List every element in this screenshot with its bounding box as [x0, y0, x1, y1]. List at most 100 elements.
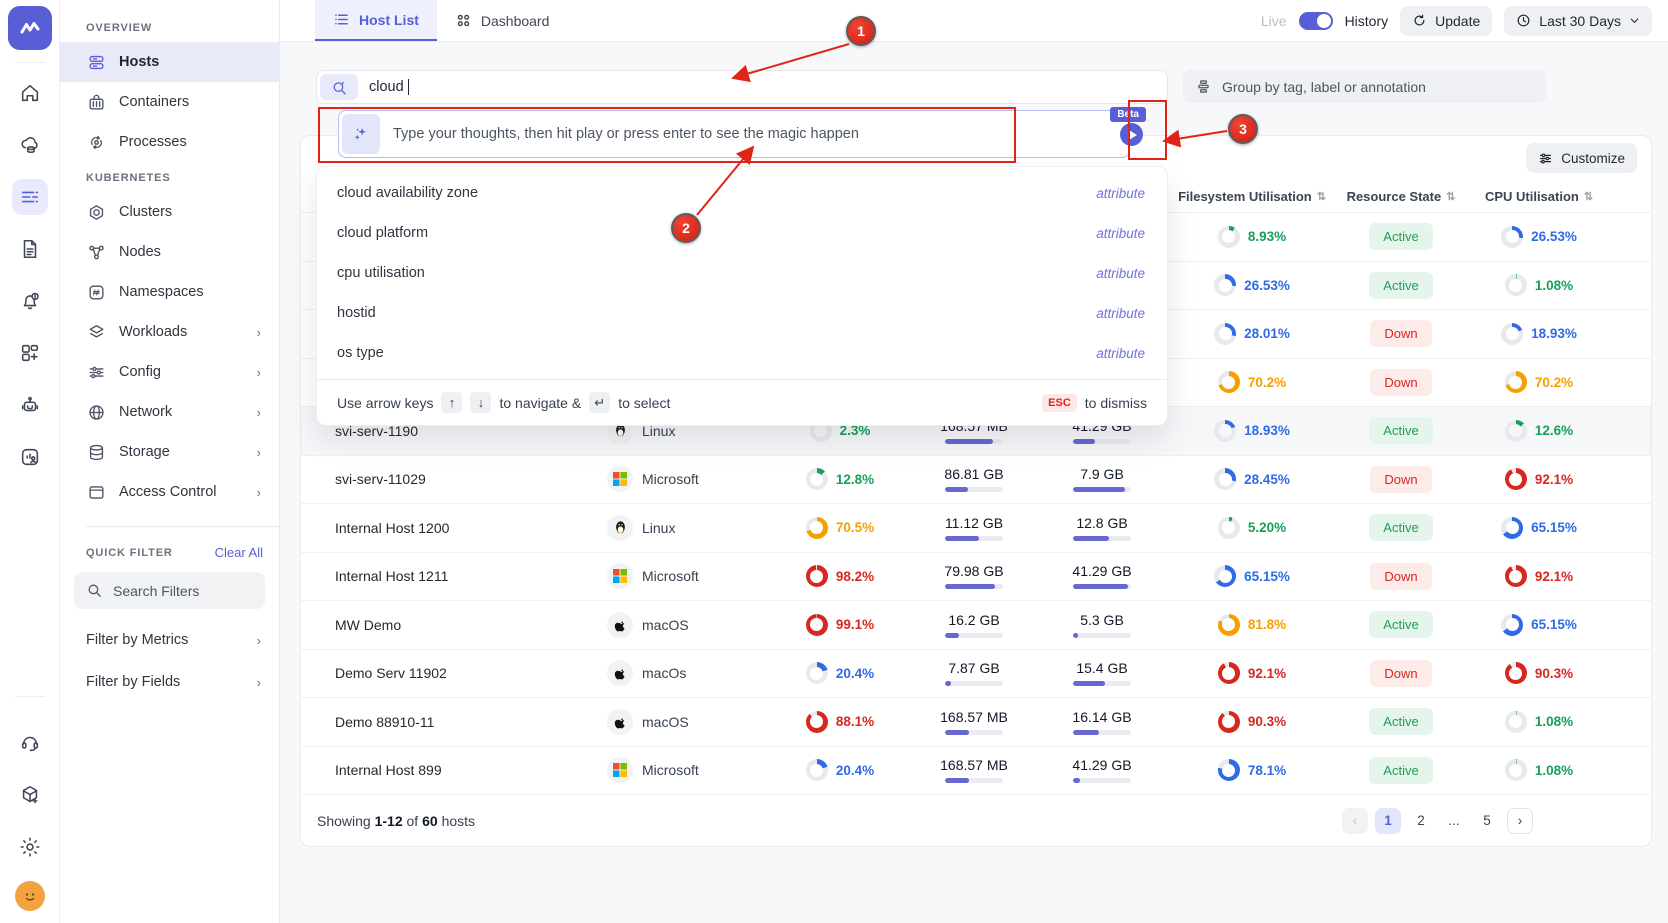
next-page-button[interactable]: ›: [1507, 808, 1533, 834]
status-badge: Down: [1370, 563, 1431, 590]
tab-host-list[interactable]: Host List: [315, 0, 437, 41]
middleware-logo[interactable]: [8, 6, 52, 50]
apple-icon: [607, 612, 633, 638]
suggestion-hostid[interactable]: hostidattribute: [317, 293, 1167, 333]
logs-icon[interactable]: [12, 231, 48, 267]
prev-page-button[interactable]: ‹: [1342, 808, 1368, 834]
memory-metric: 86.81 GB: [944, 466, 1003, 492]
time-range-button[interactable]: Last 30 Days: [1504, 6, 1652, 36]
clear-all-link[interactable]: Clear All: [215, 545, 263, 560]
host-name[interactable]: Internal Host 899: [317, 762, 607, 778]
table-row-svi-serv-11029[interactable]: svi-serv-11029Microsoft12.8%86.81 GB7.9 …: [301, 455, 1651, 504]
ai-prompt-input[interactable]: Type your thoughts, then hit play or pre…: [338, 110, 1130, 158]
table-row-internal-host-1211[interactable]: Internal Host 1211Microsoft98.2%79.98 GB…: [301, 552, 1651, 601]
metric-value: 7.9 GB: [1073, 466, 1131, 482]
dashboard-builder-icon[interactable]: [12, 335, 48, 371]
host-search-input[interactable]: cloud: [316, 70, 1168, 104]
status-badge: Active: [1369, 708, 1432, 735]
host-name[interactable]: Internal Host 1211: [317, 568, 607, 584]
search-filters-input[interactable]: Search Filters: [74, 572, 265, 609]
suggestion-cpu-utilisation[interactable]: cpu utilisationattribute: [317, 253, 1167, 293]
sidebar-item-network[interactable]: Network›: [60, 392, 279, 432]
network-icon: [86, 402, 106, 422]
sort-icon[interactable]: ⇅: [1446, 190, 1455, 203]
user-avatar[interactable]: [15, 881, 45, 911]
table-row-demo-serv-11902[interactable]: Demo Serv 11902macOs20.4%7.87 GB15.4 GB9…: [301, 649, 1651, 698]
sidebar-item-access-control[interactable]: Access Control›: [60, 472, 279, 512]
support-icon[interactable]: [12, 725, 48, 761]
page-button-1[interactable]: 1: [1375, 808, 1401, 834]
assistant-bot-icon[interactable]: [12, 387, 48, 423]
memory-metric: 16.2 GB: [945, 612, 1003, 638]
metric-value: 168.57 MB: [940, 709, 1008, 725]
integrations-icon[interactable]: [12, 777, 48, 813]
arrow-down-key: ↓: [470, 392, 491, 413]
memory-metric: 11.12 GB: [945, 515, 1003, 541]
sort-icon[interactable]: ⇅: [1584, 190, 1593, 203]
sidebar-item-containers[interactable]: Containers: [60, 82, 279, 122]
sort-icon[interactable]: ⇅: [1317, 190, 1326, 203]
alerts-icon[interactable]: [12, 283, 48, 319]
memory-utilisation: 98.2%: [806, 565, 874, 587]
filesystem-utilisation: 70.2%: [1218, 371, 1286, 393]
suggestion-os-type[interactable]: os typeattribute: [317, 333, 1167, 373]
sidebar-item-hosts[interactable]: Hosts: [60, 42, 279, 82]
live-history-toggle[interactable]: [1299, 12, 1333, 30]
chevron-right-icon: ›: [257, 405, 261, 420]
table-row-demo-88910-11[interactable]: Demo 88910-11macOS88.1%168.57 MB16.14 GB…: [301, 697, 1651, 746]
sidebar-item-workloads[interactable]: Workloads›: [60, 312, 279, 352]
customize-button[interactable]: Customize: [1526, 143, 1637, 173]
filter-item-filter-by-fields[interactable]: Filter by Fields›: [60, 661, 279, 703]
suggestion-cloud-availability-zone[interactable]: cloud availability zoneattribute: [317, 173, 1167, 213]
sidebar-item-storage[interactable]: Storage›: [60, 432, 279, 472]
cloud-infrastructure-icon[interactable]: [12, 127, 48, 163]
status-badge: Active: [1369, 514, 1432, 541]
usage-bar: [1073, 536, 1131, 541]
host-name[interactable]: svi-serv-11029: [317, 471, 607, 487]
host-name[interactable]: Demo Serv 11902: [317, 665, 607, 681]
suggestion-cloud-platform[interactable]: cloud platformattribute: [317, 213, 1167, 253]
sidebar-item-nodes[interactable]: Nodes: [60, 232, 279, 272]
os-cell: Microsoft: [607, 466, 767, 492]
percentage-value: 28.45%: [1244, 472, 1290, 487]
group-by-input[interactable]: Group by tag, label or annotation: [1183, 70, 1546, 103]
settings-icon[interactable]: [12, 829, 48, 865]
percentage-value: 92.1%: [1248, 666, 1286, 681]
column-header-cpu[interactable]: CPU Utilisation⇅: [1467, 189, 1611, 204]
sidebar-item-namespaces[interactable]: Namespaces: [60, 272, 279, 312]
usage-bar: [1073, 730, 1131, 735]
filter-item-filter-by-metrics[interactable]: Filter by Metrics›: [60, 619, 279, 661]
sidebar-item-processes[interactable]: Processes: [60, 122, 279, 162]
donut-chart: [1501, 614, 1523, 636]
sidebar-item-config[interactable]: Config›: [60, 352, 279, 392]
donut-chart: [806, 565, 828, 587]
host-list-icon[interactable]: [12, 179, 48, 215]
play-button[interactable]: [1120, 123, 1143, 146]
table-row-internal-host-899[interactable]: Internal Host 899Microsoft20.4%168.57 MB…: [301, 746, 1651, 795]
host-name[interactable]: Internal Host 1200: [317, 520, 607, 536]
host-name[interactable]: Demo 88910-11: [317, 714, 607, 730]
page-button-2[interactable]: 2: [1408, 808, 1434, 834]
host-name[interactable]: MW Demo: [317, 617, 607, 633]
percentage-value: 26.53%: [1244, 278, 1290, 293]
metric-value: 41.29 GB: [1072, 563, 1131, 579]
filesystem-utilisation: 5.20%: [1218, 517, 1286, 539]
table-row-internal-host-1200[interactable]: Internal Host 1200Linux70.5%11.12 GB12.8…: [301, 503, 1651, 552]
update-button[interactable]: Update: [1400, 6, 1492, 36]
play-icon: [1129, 130, 1137, 140]
sidebar-item-clusters[interactable]: Clusters: [60, 192, 279, 232]
status-badge: Down: [1370, 320, 1431, 347]
tab-dashboard[interactable]: Dashboard: [437, 0, 568, 41]
column-header-state[interactable]: Resource State⇅: [1335, 189, 1467, 204]
user-insights-icon[interactable]: [12, 439, 48, 475]
column-header-filesystem[interactable]: Filesystem Utilisation⇅: [1169, 189, 1335, 204]
suggestion-label: cloud platform: [337, 225, 428, 241]
os-label: Microsoft: [642, 568, 699, 584]
table-row-mw-demo[interactable]: MW DemomacOS99.1%16.2 GB5.3 GB81.8%Activ…: [301, 600, 1651, 649]
disk-metric: 7.9 GB: [1073, 466, 1131, 492]
memory-utilisation: 20.4%: [806, 759, 874, 781]
page-button-5[interactable]: 5: [1474, 808, 1500, 834]
percentage-value: 5.20%: [1248, 520, 1286, 535]
home-icon[interactable]: [12, 75, 48, 111]
suggestions-dropdown: cloud availability zoneattributecloud pl…: [316, 166, 1168, 426]
